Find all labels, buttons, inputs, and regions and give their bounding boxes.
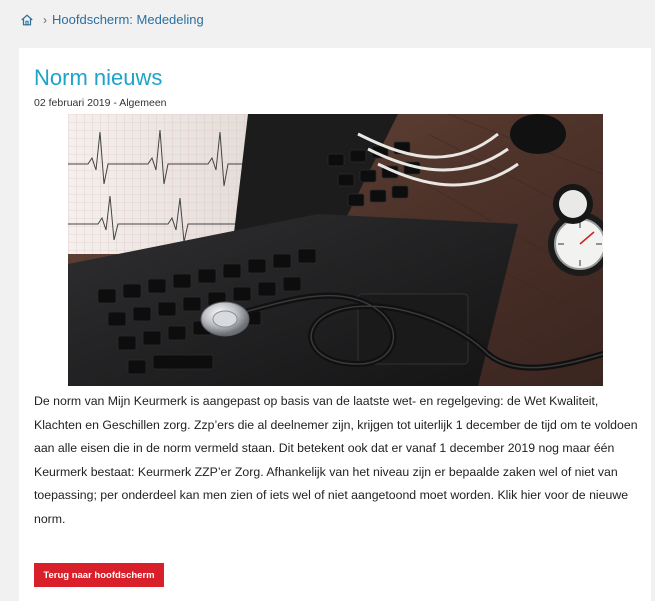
breadcrumb-separator: › (43, 12, 47, 27)
article-body: De norm van Mijn Keurmerk is aangepast o… (34, 394, 638, 526)
article-card: Norm nieuws 02 februari 2019 - Algemeen (19, 48, 651, 601)
back-to-home-button[interactable]: Terug naar hoofdscherm (34, 563, 164, 587)
home-icon[interactable] (20, 13, 34, 27)
breadcrumb: › Hoofdscherm: Mededeling (20, 12, 204, 27)
breadcrumb-current[interactable]: Hoofdscherm: Mededeling (52, 12, 204, 27)
article-meta: 02 februari 2019 - Algemeen (34, 97, 167, 109)
article-image (68, 114, 603, 386)
article-title: Norm nieuws (34, 65, 163, 90)
